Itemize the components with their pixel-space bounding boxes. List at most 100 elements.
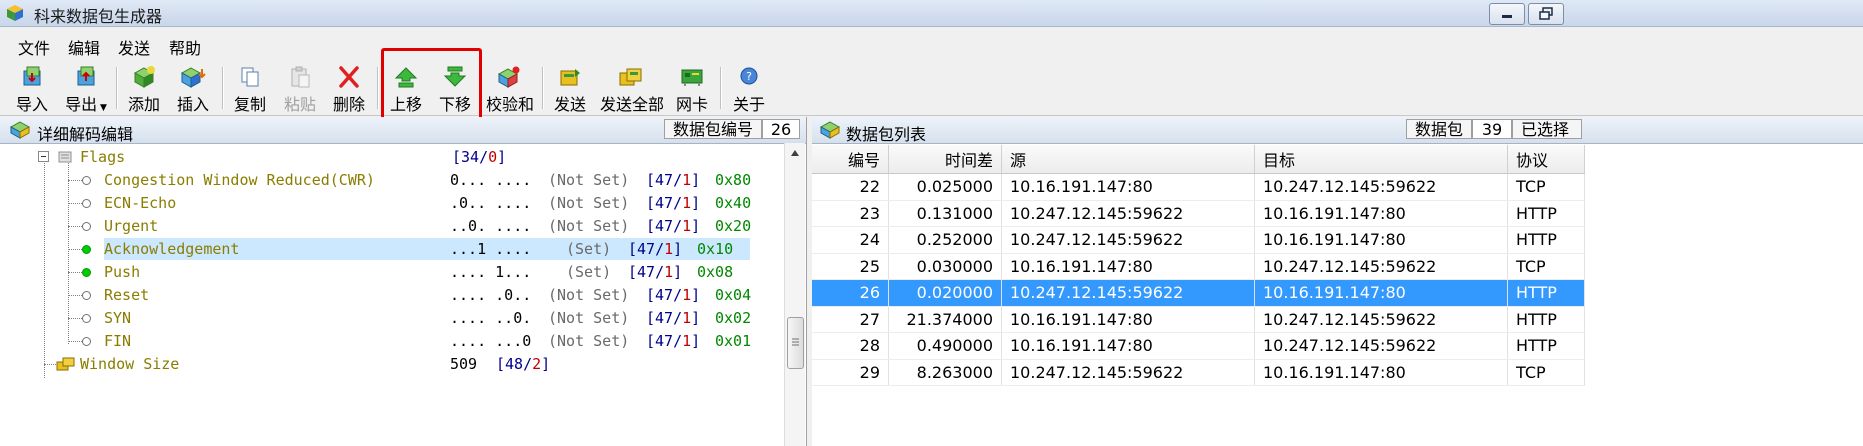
cell-time-delta: 8.263000 — [888, 359, 1002, 386]
copy-label: 复制 — [233, 95, 266, 114]
app-logo-icon — [7, 5, 23, 21]
tree-bits: .... 1... — [450, 263, 532, 281]
menu-help[interactable]: 帮助 — [169, 35, 201, 59]
tree-hex-value: 0x08 — [697, 263, 734, 281]
tree-node-ecn-echo[interactable]: ECN-Echo .0.. .... (Not Set) [47/1] 0x40 — [0, 192, 784, 215]
send-all-button[interactable]: 发送全部 — [600, 65, 664, 114]
packet-number-field[interactable]: 26 — [762, 119, 800, 139]
tree-node-push[interactable]: Push .... 1... (Set) [47/1] 0x08 — [0, 261, 784, 284]
tree-length: 1 — [682, 332, 692, 350]
tree-offset: 47 — [655, 309, 674, 327]
cell-source: 10.247.12.145:59622 — [1001, 359, 1255, 386]
tree-set-state: (Not Set) — [548, 309, 630, 327]
tree-node-acknowledgement[interactable]: Acknowledgement ...1 .... (Set) [47/1] 0… — [0, 238, 784, 261]
send-button[interactable]: 发送 — [552, 65, 588, 114]
send-all-icon — [619, 68, 642, 86]
export-button[interactable]: 导出 ▼ — [64, 65, 108, 114]
column-header-destination[interactable]: 目标 — [1254, 145, 1508, 174]
table-row[interactable]: 23 0.131000 10.247.12.145:59622 10.16.19… — [812, 200, 1585, 227]
detail-decode-pane: 详细解码编辑 数据包编号 26 Flags [34/0] Congestion … — [0, 117, 807, 446]
tree-hex-value: 0x10 — [697, 240, 734, 258]
vertical-scrollbar[interactable] — [784, 143, 805, 446]
flag-off-indicator-icon — [82, 291, 91, 300]
tree-node-cwr[interactable]: Congestion Window Reduced(CWR) 0... ....… — [0, 169, 784, 192]
cell-source: 10.16.191.147:80 — [1001, 332, 1255, 360]
column-header-number[interactable]: 编号 — [812, 145, 889, 174]
tree-node-urgent[interactable]: Urgent ..0. .... (Not Set) [47/1] 0x20 — [0, 215, 784, 238]
title-bar: 科来数据包生成器 — [0, 0, 1863, 27]
column-header-time-delta[interactable]: 时间差 — [888, 145, 1002, 174]
add-button[interactable]: 添加 — [124, 65, 164, 114]
table-row[interactable]: 28 0.490000 10.16.191.147:80 10.247.12.1… — [812, 332, 1585, 360]
flag-off-indicator-icon — [82, 176, 91, 185]
about-button[interactable]: ? 关于 — [731, 65, 767, 114]
nic-button[interactable]: 网卡 — [675, 65, 709, 114]
tree-offset: 47 — [655, 194, 674, 212]
tree-node-flags[interactable]: Flags [34/0] — [0, 146, 784, 169]
cell-protocol: HTTP — [1507, 279, 1585, 307]
tree-bits: .... .0.. — [450, 286, 532, 304]
cell-number: 25 — [812, 253, 889, 280]
cell-time-delta: 0.030000 — [888, 253, 1002, 280]
export-label: 导出 — [65, 95, 98, 114]
cell-protocol: HTTP — [1507, 306, 1585, 333]
tree-set-state: (Not Set) — [548, 194, 630, 212]
cell-time-delta: 0.020000 — [888, 279, 1002, 307]
column-header-protocol[interactable]: 协议 — [1507, 145, 1585, 174]
tree-node-reset[interactable]: Reset .... .0.. (Not Set) [47/1] 0x04 — [0, 284, 784, 307]
cell-source: 10.16.191.147:80 — [1001, 306, 1255, 333]
tree-length: 0 — [488, 148, 498, 166]
column-header-source[interactable]: 源 — [1001, 145, 1255, 174]
tree-length: 1 — [682, 171, 692, 189]
copy-button[interactable]: 复制 — [230, 65, 270, 114]
table-row[interactable]: 29 8.263000 10.247.12.145:59622 10.16.19… — [812, 359, 1585, 386]
menu-file[interactable]: 文件 — [18, 35, 50, 59]
collapse-icon[interactable] — [38, 151, 50, 163]
packet-list-pane: 数据包列表 数据包 39 已选择 编号 时间差 源 目标 协议 22 0.025… — [812, 117, 1863, 446]
restore-icon — [1539, 7, 1553, 20]
export-icon — [77, 66, 95, 86]
table-row[interactable]: 24 0.252000 10.247.12.145:59622 10.16.19… — [812, 226, 1585, 254]
insert-button[interactable]: 插入 — [173, 65, 213, 114]
minimize-button[interactable] — [1489, 3, 1525, 25]
cell-time-delta: 0.490000 — [888, 332, 1002, 360]
table-row-selected[interactable]: 26 0.020000 10.247.12.145:59622 10.16.19… — [812, 279, 1585, 307]
tree-field-name: Push — [104, 263, 141, 281]
restore-button[interactable] — [1528, 3, 1564, 25]
delete-icon — [339, 66, 359, 88]
cell-source: 10.16.191.147:80 — [1001, 253, 1255, 280]
tree-set-state: (Not Set) — [548, 217, 630, 235]
scrollbar-thumb[interactable] — [787, 317, 804, 369]
checksum-button[interactable]: 校验和 — [486, 65, 534, 114]
menu-send[interactable]: 发送 — [118, 35, 150, 59]
delete-button[interactable]: 删除 — [329, 65, 369, 114]
tree-bits: .... ...0 — [450, 332, 532, 350]
packet-count-label: 数据包 — [1406, 119, 1472, 139]
menu-edit[interactable]: 编辑 — [68, 35, 100, 59]
table-row[interactable]: 25 0.030000 10.16.191.147:80 10.247.12.1… — [812, 253, 1585, 280]
tree-hex-value: 0x40 — [715, 194, 752, 212]
packet-table-header: 编号 时间差 源 目标 协议 — [812, 145, 1585, 174]
paste-button[interactable]: 粘贴 — [280, 65, 320, 114]
table-row[interactable]: 22 0.025000 10.16.191.147:80 10.247.12.1… — [812, 173, 1585, 201]
tree-hex-value: 0x80 — [715, 171, 752, 189]
cell-time-delta: 21.374000 — [888, 306, 1002, 333]
tree-set-state: (Set) — [566, 263, 612, 281]
tree-node-window-size[interactable]: Window Size 509 [48/2] — [0, 353, 784, 376]
tree-length: 1 — [664, 240, 674, 258]
scroll-up-arrow-icon[interactable] — [790, 149, 800, 157]
delete-label: 删除 — [332, 95, 365, 114]
tree-bits: ...1 .... — [450, 240, 532, 258]
paste-icon — [291, 66, 310, 88]
table-row[interactable]: 27 21.374000 10.16.191.147:80 10.247.12.… — [812, 306, 1585, 333]
tree-node-fin[interactable]: FIN .... ...0 (Not Set) [47/1] 0x01 — [0, 330, 784, 353]
toolbar-separator — [377, 67, 379, 109]
cell-source: 10.247.12.145:59622 — [1001, 279, 1255, 307]
cell-number: 22 — [812, 173, 889, 201]
cell-destination: 10.247.12.145:59622 — [1254, 173, 1508, 201]
nic-label: 网卡 — [675, 95, 708, 114]
tree-node-syn[interactable]: SYN .... ..0. (Not Set) [47/1] 0x02 — [0, 307, 784, 330]
decode-panel-icon — [10, 121, 30, 139]
cell-time-delta: 0.131000 — [888, 200, 1002, 227]
import-button[interactable]: 导入 — [12, 65, 52, 114]
